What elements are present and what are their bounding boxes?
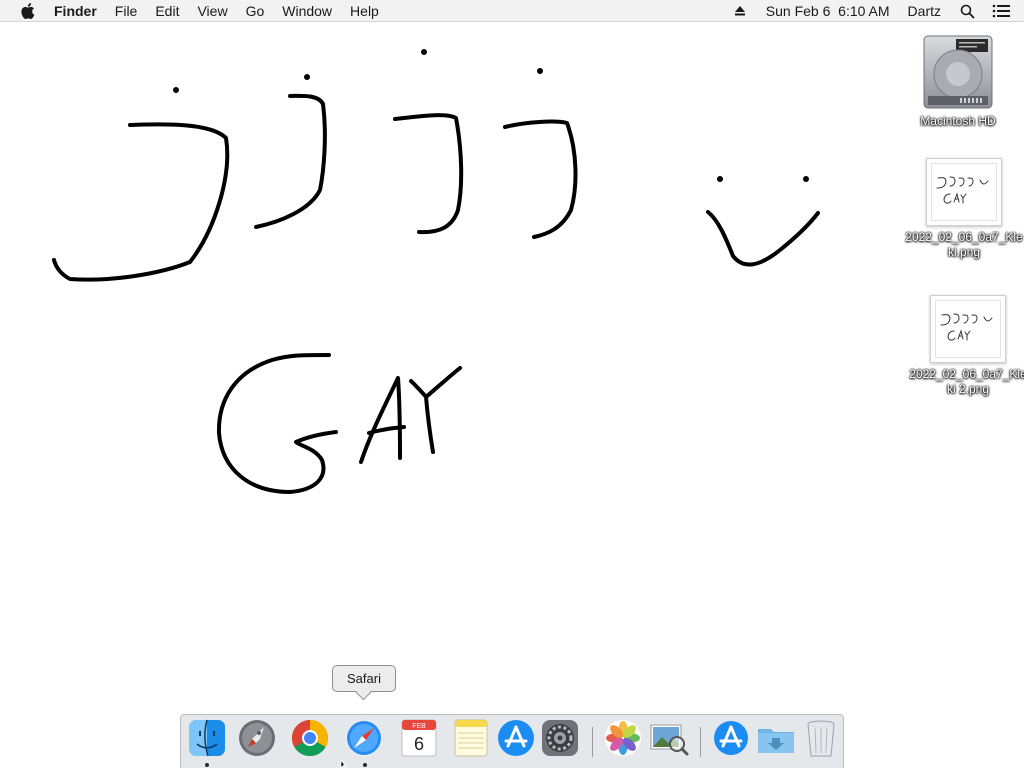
app-store-icon: [498, 720, 534, 756]
menu-bar: Finder File Edit View Go Window Help Sun…: [0, 0, 1024, 22]
desktop-drawing: [52, 49, 820, 494]
dock-item-safari[interactable]: [343, 717, 385, 759]
mouse-cursor-icon: [340, 760, 348, 768]
menu-view[interactable]: View: [188, 0, 236, 22]
menu-window[interactable]: Window: [273, 0, 341, 22]
launchpad-icon: [239, 720, 275, 756]
calendar-icon: FEB 6: [401, 719, 437, 757]
notification-center-icon[interactable]: [990, 0, 1012, 22]
desktop-icon-label: 2022_02_06_0a7_Kleki.png: [905, 230, 1023, 259]
applications-folder-icon: [714, 721, 748, 755]
drawing-dot: [421, 49, 427, 55]
drawing-dot: [803, 176, 809, 182]
menu-go[interactable]: Go: [237, 0, 274, 22]
drawing-stroke-hook-2: [254, 93, 327, 229]
image-file-icon: [926, 158, 1002, 226]
dock-separator: [592, 727, 593, 757]
menu-edit[interactable]: Edit: [146, 0, 188, 22]
drawing-stroke-letter-a: [359, 376, 406, 464]
dock-running-indicator-finder: [205, 763, 209, 767]
menu-help[interactable]: Help: [341, 0, 388, 22]
image-file-icon: [930, 295, 1006, 363]
drawing-dot: [537, 68, 543, 74]
desktop-icon-label: 2022_02_06_0a7_Kleki 2.png: [909, 367, 1024, 396]
desktop-icon-kleki-png[interactable]: 2022_02_06_0a7_Kleki.png: [904, 158, 1024, 260]
desktop-icon-macintosh-hd[interactable]: Macintosh HD: [898, 32, 1018, 129]
drawing-dot: [304, 74, 310, 80]
calendar-month: FEB: [412, 723, 426, 730]
dock-item-launchpad[interactable]: [236, 717, 278, 759]
desktop-icon-label: Macintosh HD: [920, 114, 996, 128]
trash-icon: [807, 720, 835, 757]
menu-clock[interactable]: Sun Feb 6 6:10 AM: [757, 0, 899, 22]
drawing-stroke-hook-1: [52, 122, 230, 282]
dock-item-notes[interactable]: [450, 717, 492, 759]
eject-icon[interactable]: [729, 0, 751, 22]
preview-icon: [650, 724, 689, 756]
dock: FEB 6: [180, 714, 844, 768]
menu-file[interactable]: File: [106, 0, 147, 22]
dock-item-preview[interactable]: [648, 717, 690, 759]
system-preferences-icon: [542, 720, 578, 756]
dock-item-finder[interactable]: [186, 717, 228, 759]
drawing-stroke-hook-3: [393, 113, 464, 235]
dock-separator: [700, 727, 701, 757]
drawing-stroke-smile: [706, 210, 820, 267]
spotlight-search-icon[interactable]: [956, 0, 978, 22]
dock-item-system-preferences[interactable]: [539, 717, 581, 759]
menu-user[interactable]: Dartz: [899, 0, 950, 22]
apple-icon[interactable]: [17, 0, 39, 22]
chrome-icon: [291, 720, 329, 757]
photos-icon: [605, 720, 641, 756]
calendar-day: 6: [414, 734, 424, 754]
dock-tooltip: Safari: [332, 665, 396, 692]
dock-item-calendar[interactable]: FEB 6: [398, 717, 440, 759]
dock-item-photos[interactable]: [602, 717, 644, 759]
finder-icon: [189, 719, 225, 757]
dock-item-applications[interactable]: [710, 717, 752, 759]
drawing-stroke-hook-4: [503, 119, 578, 239]
downloads-folder-icon: [758, 729, 794, 753]
drawing-stroke-letter-y: [409, 366, 462, 454]
drawing-dot: [173, 87, 179, 93]
drawing-dot: [717, 176, 723, 182]
dock-item-chrome[interactable]: [289, 717, 331, 759]
menu-app-finder[interactable]: Finder: [45, 0, 106, 22]
menu-bar-status-area: Sun Feb 6 6:10 AM Dartz: [723, 0, 1024, 22]
dock-item-trash[interactable]: [800, 717, 842, 759]
dock-item-app-store[interactable]: [495, 717, 537, 759]
hard-drive-icon: [922, 32, 994, 110]
dock-item-downloads[interactable]: [755, 717, 797, 759]
safari-icon: [345, 719, 383, 757]
dock-running-indicator-safari: [363, 763, 367, 767]
desktop-icon-kleki-2-png[interactable]: 2022_02_06_0a7_Kleki 2.png: [908, 295, 1024, 397]
notes-icon: [454, 719, 488, 757]
drawing-stroke-letter-g: [216, 353, 338, 494]
